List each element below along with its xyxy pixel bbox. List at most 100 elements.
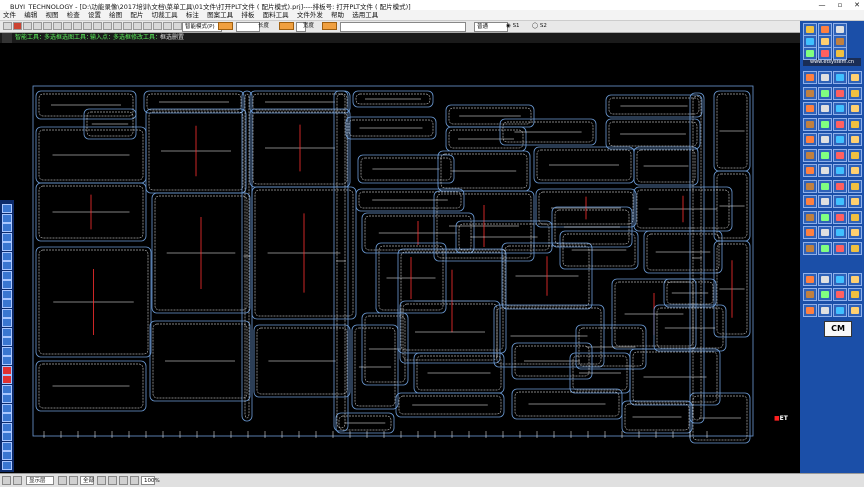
panel-tool-icon[interactable] xyxy=(833,148,847,162)
panel-tool-icon[interactable] xyxy=(848,117,862,131)
left-tool-button[interactable] xyxy=(2,432,12,441)
panel-tool-icon[interactable] xyxy=(833,47,847,60)
panel-tool-icon[interactable] xyxy=(833,133,847,146)
left-tool-button[interactable] xyxy=(2,213,12,223)
left-tool-button[interactable] xyxy=(2,356,12,365)
panel-tool-icon[interactable] xyxy=(818,288,832,301)
panel-tool-icon[interactable] xyxy=(833,164,847,177)
panel-tool-icon[interactable] xyxy=(818,117,832,131)
left-tool-button[interactable] xyxy=(2,413,12,422)
mode-value-box[interactable] xyxy=(218,22,233,30)
panel-tool-icon[interactable] xyxy=(848,148,862,162)
panel-tool-icon[interactable] xyxy=(803,47,817,60)
panel-tool-icon[interactable] xyxy=(803,102,817,115)
left-tool-button[interactable] xyxy=(2,394,12,403)
panel-tool-icon[interactable] xyxy=(803,71,817,84)
panel-tool-icon[interactable] xyxy=(833,288,847,301)
left-tool-button[interactable] xyxy=(2,289,12,299)
layer-select[interactable]: 显示层 xyxy=(26,476,54,485)
tool-icon[interactable] xyxy=(13,22,22,30)
left-tool-button[interactable] xyxy=(2,261,12,270)
panel-tool-icon[interactable] xyxy=(833,210,847,224)
panel-tool-icon[interactable] xyxy=(848,102,862,115)
panel-tool-icon[interactable] xyxy=(803,272,817,286)
tool-icon[interactable] xyxy=(103,22,112,30)
left-tool-button[interactable] xyxy=(2,242,12,251)
panel-tool-icon[interactable] xyxy=(818,179,832,193)
left-tool-button[interactable] xyxy=(2,460,12,470)
tool-icon[interactable] xyxy=(113,22,122,30)
menu-pattern-tools[interactable]: 图案工具 xyxy=(204,10,236,20)
panel-tool-icon[interactable] xyxy=(818,164,832,177)
tool-icon[interactable] xyxy=(123,22,132,30)
tool-icon[interactable] xyxy=(163,22,172,30)
panel-tool-icon[interactable] xyxy=(833,226,847,239)
panel-tool-icon[interactable] xyxy=(833,241,847,255)
tool-icon[interactable] xyxy=(173,22,182,30)
panel-tool-icon[interactable] xyxy=(833,102,847,115)
panel-tool-icon[interactable] xyxy=(803,133,817,146)
marker-drawing[interactable] xyxy=(14,43,800,473)
menu-view[interactable]: 视图 xyxy=(42,10,61,20)
panel-tool-icon[interactable] xyxy=(818,210,832,224)
panel-tool-icon[interactable] xyxy=(818,47,832,60)
panel-tool-icon[interactable] xyxy=(803,164,817,177)
menu-fabric-tools[interactable]: 面料工具 xyxy=(260,10,292,20)
panel-tool-icon[interactable] xyxy=(848,195,862,208)
panel-tool-icon[interactable] xyxy=(803,241,817,255)
tool-icon[interactable] xyxy=(63,22,72,30)
panel-tool-icon[interactable] xyxy=(848,241,862,255)
panel-tool-icon[interactable] xyxy=(818,86,832,100)
left-tool-button[interactable] xyxy=(2,346,12,356)
view-icon[interactable] xyxy=(97,476,106,485)
panel-tool-icon[interactable] xyxy=(818,303,832,317)
param-input[interactable] xyxy=(340,22,466,32)
panel-tool-icon[interactable] xyxy=(848,226,862,239)
left-tool-button[interactable] xyxy=(2,223,12,232)
menu-edit[interactable]: 编辑 xyxy=(21,10,40,20)
left-tool-button[interactable] xyxy=(2,451,12,460)
length-input[interactable] xyxy=(279,22,294,30)
tool-icon[interactable] xyxy=(93,22,102,30)
panel-tool-icon[interactable] xyxy=(803,195,817,208)
close-button[interactable]: ✕ xyxy=(848,0,864,10)
layer-icon[interactable] xyxy=(2,476,11,485)
tool-icon[interactable] xyxy=(23,22,32,30)
panel-tool-icon[interactable] xyxy=(818,226,832,239)
panel-tool-icon[interactable] xyxy=(803,86,817,100)
tool-icon[interactable] xyxy=(73,22,82,30)
left-tool-button[interactable] xyxy=(2,337,12,346)
tool-icon[interactable] xyxy=(143,22,152,30)
cm-unit-button[interactable]: CM xyxy=(824,321,852,337)
menu-help[interactable]: 帮助 xyxy=(328,10,347,20)
panel-tool-icon[interactable] xyxy=(803,210,817,224)
menu-select-tools[interactable]: 选用工具 xyxy=(349,10,381,20)
tool-icon[interactable] xyxy=(83,22,92,30)
tool-icon[interactable] xyxy=(53,22,62,30)
tool-icon[interactable] xyxy=(3,22,12,30)
view-icon[interactable] xyxy=(58,476,67,485)
panel-tool-icon[interactable] xyxy=(818,195,832,208)
panel-tool-icon[interactable] xyxy=(818,241,832,255)
left-tool-button[interactable] xyxy=(2,422,12,432)
menu-cut-tools[interactable]: 切裁工具 xyxy=(149,10,181,20)
panel-tool-icon[interactable] xyxy=(803,148,817,162)
panel-tool-icon[interactable] xyxy=(833,179,847,193)
menu-settings[interactable]: 设置 xyxy=(85,10,104,20)
panel-tool-icon[interactable] xyxy=(848,210,862,224)
menu-marker[interactable]: 排板 xyxy=(238,10,257,20)
panel-tool-icon[interactable] xyxy=(848,133,862,146)
mode-select[interactable]: 智能模式(P) xyxy=(182,22,222,32)
panel-tool-icon[interactable] xyxy=(848,86,862,100)
tool-icon[interactable] xyxy=(133,22,142,30)
marker-canvas[interactable]: ■ET xyxy=(14,43,800,473)
quality-select[interactable]: 普通 xyxy=(474,22,508,32)
panel-tool-icon[interactable] xyxy=(833,195,847,208)
menu-file[interactable]: 文件 xyxy=(0,10,19,20)
panel-tool-icon[interactable] xyxy=(803,303,817,317)
panel-tool-icon[interactable] xyxy=(803,117,817,131)
view-select[interactable]: 全部 xyxy=(80,476,94,485)
panel-tool-icon[interactable] xyxy=(803,179,817,193)
radio-s2[interactable]: ◯ S2 xyxy=(532,22,547,31)
view-icon[interactable] xyxy=(130,476,139,485)
